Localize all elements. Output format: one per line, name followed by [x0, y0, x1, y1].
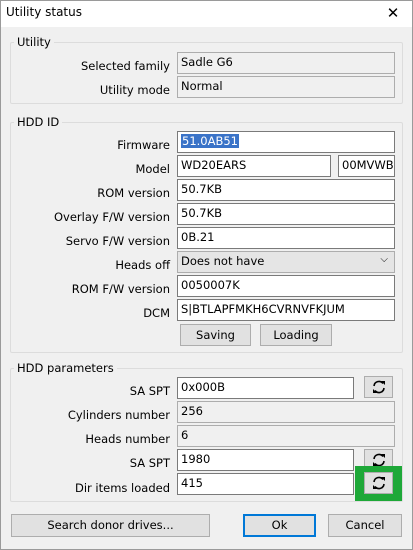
- firmware-input[interactable]: 51.0AB51: [177, 131, 395, 153]
- rom-fw-label: ROM F/W version: [71, 282, 170, 296]
- rom-version-input[interactable]: 50.7KB: [177, 179, 395, 201]
- sa-spt-input[interactable]: 0x000B: [177, 377, 354, 399]
- refresh-icon: [372, 476, 385, 490]
- heads-number-field: 6: [177, 425, 395, 447]
- dcm-input[interactable]: S|BTLAPFMKH6CVRNVFKJUM: [177, 299, 395, 321]
- refresh-icon: [372, 380, 385, 394]
- ok-button[interactable]: Ok: [243, 514, 316, 537]
- dir-items-refresh-button[interactable]: [364, 472, 393, 494]
- window-title: Utility status: [6, 5, 82, 19]
- dir-items-label: Dir items loaded: [74, 481, 170, 495]
- sa-spt-2-label: SA SPT: [129, 456, 170, 470]
- selected-family-field: Sadle G6: [177, 52, 395, 74]
- model-input[interactable]: WD20EARS: [177, 155, 331, 177]
- heads-off-select[interactable]: Does not have ⌵: [177, 251, 395, 273]
- dcm-label: DCM: [143, 306, 170, 320]
- cancel-button[interactable]: Cancel: [328, 514, 402, 537]
- model-label: Model: [135, 162, 170, 176]
- servo-fw-input[interactable]: 0B.21: [177, 227, 395, 249]
- close-icon[interactable]: ✕: [378, 2, 408, 24]
- saving-button[interactable]: Saving: [180, 324, 251, 346]
- overlay-fw-input[interactable]: 50.7KB: [177, 203, 395, 225]
- overlay-fw-label: Overlay F/W version: [54, 210, 170, 224]
- search-donor-drives-button[interactable]: Search donor drives...: [11, 514, 210, 537]
- heads-off-label: Heads off: [115, 258, 170, 272]
- cylinders-label: Cylinders number: [67, 408, 170, 422]
- sa-spt-refresh-button[interactable]: [364, 376, 393, 398]
- servo-fw-label: Servo F/W version: [65, 234, 170, 248]
- chevron-down-icon: ⌵: [380, 254, 388, 265]
- sa-spt-label: SA SPT: [129, 384, 170, 398]
- heads-number-label: Heads number: [85, 432, 170, 446]
- loading-button[interactable]: Loading: [260, 324, 332, 346]
- heads-off-value: Does not have: [181, 254, 265, 268]
- hdd-params-legend: HDD parameters: [14, 361, 117, 375]
- dir-items-input[interactable]: 415: [177, 473, 354, 495]
- utility-legend: Utility: [14, 35, 54, 49]
- utility-mode-field: Normal: [177, 76, 395, 98]
- model-suffix-input[interactable]: 00MVWB0: [338, 155, 395, 177]
- firmware-value: 51.0AB51: [181, 134, 239, 148]
- firmware-label: Firmware: [117, 138, 170, 152]
- sa-spt-2-input[interactable]: 1980: [177, 449, 354, 471]
- selected-family-label: Selected family: [80, 59, 170, 73]
- cylinders-field: 256: [177, 401, 395, 423]
- rom-version-label: ROM version: [97, 186, 170, 200]
- utility-mode-label: Utility mode: [99, 83, 170, 97]
- hdd-id-legend: HDD ID: [14, 115, 63, 129]
- rom-fw-input[interactable]: 0050007K: [177, 275, 395, 297]
